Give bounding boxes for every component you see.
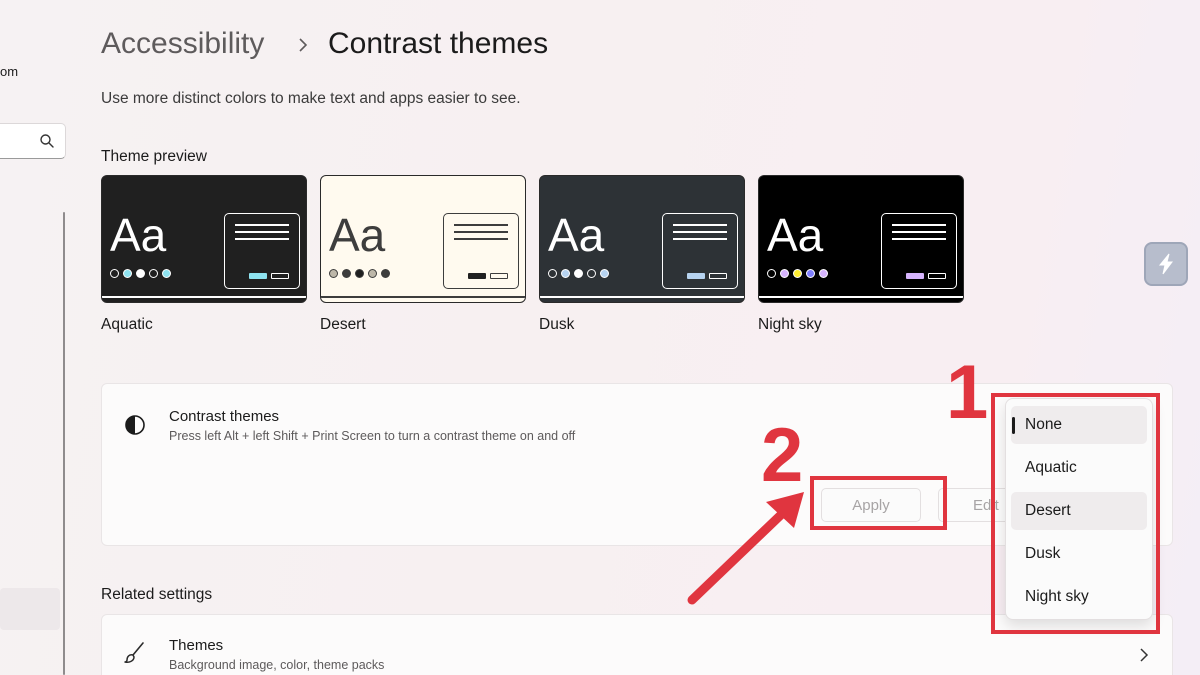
annotation-box-dropdown xyxy=(991,393,1160,634)
theme-card-label: Dusk xyxy=(539,316,575,333)
theme-window-preview xyxy=(224,213,300,289)
theme-color-dot xyxy=(381,269,390,278)
nav-scrollbar[interactable] xyxy=(63,212,65,675)
theme-card-dusk[interactable]: Aa xyxy=(539,175,745,303)
theme-preview-heading: Theme preview xyxy=(101,148,207,165)
search-icon xyxy=(40,134,54,148)
theme-color-dot xyxy=(368,269,377,278)
theme-color-dot xyxy=(780,269,789,278)
theme-color-dots xyxy=(548,269,609,278)
theme-color-dot xyxy=(600,269,609,278)
annotation-arrow-icon xyxy=(687,492,804,605)
breadcrumb-accessibility[interactable]: Accessibility xyxy=(101,27,264,61)
theme-color-dot xyxy=(123,269,132,278)
theme-color-dot xyxy=(110,269,119,278)
theme-color-dots xyxy=(329,269,390,278)
chevron-right-icon xyxy=(1140,648,1149,662)
annotation-number-2: 2 xyxy=(761,413,804,498)
theme-card-desert[interactable]: Aa xyxy=(320,175,526,303)
theme-color-dot xyxy=(561,269,570,278)
theme-color-dots xyxy=(767,269,828,278)
related-settings-heading: Related settings xyxy=(101,586,213,603)
annotation-number-1: 1 xyxy=(946,350,989,435)
theme-color-dot xyxy=(587,269,596,278)
contrast-icon xyxy=(125,415,145,435)
theme-color-dot xyxy=(355,269,364,278)
theme-color-dot xyxy=(162,269,171,278)
themes-title: Themes xyxy=(169,637,224,654)
theme-sample-text: Aa xyxy=(548,209,605,261)
theme-window-preview xyxy=(662,213,738,289)
lightning-app-icon xyxy=(1158,253,1173,275)
theme-color-dot xyxy=(149,269,158,278)
theme-color-dot xyxy=(767,269,776,278)
nav-item-selected[interactable] xyxy=(0,588,60,630)
themes-description: Background image, color, theme packs xyxy=(169,658,385,672)
floating-assistant-button[interactable] xyxy=(1144,242,1188,286)
theme-card-label: Night sky xyxy=(758,316,822,333)
breadcrumb-chevron-icon xyxy=(299,38,308,52)
theme-color-dot xyxy=(342,269,351,278)
theme-color-dot xyxy=(136,269,145,278)
contrast-themes-title: Contrast themes xyxy=(169,408,280,425)
theme-sample-text: Aa xyxy=(110,209,167,261)
account-email-fragment: om xyxy=(0,64,19,79)
settings-search-input[interactable] xyxy=(0,123,66,159)
theme-color-dot xyxy=(548,269,557,278)
theme-color-dot xyxy=(329,269,338,278)
theme-color-dot xyxy=(819,269,828,278)
theme-sample-text: Aa xyxy=(767,209,824,261)
contrast-themes-description: Press left Alt + left Shift + Print Scre… xyxy=(169,429,576,443)
theme-card-label: Desert xyxy=(320,316,366,333)
theme-color-dot xyxy=(793,269,802,278)
page-subtitle: Use more distinct colors to make text an… xyxy=(101,90,521,107)
theme-window-preview xyxy=(881,213,957,289)
theme-color-dot xyxy=(806,269,815,278)
theme-card-aquatic[interactable]: Aa xyxy=(101,175,307,303)
page-title: Contrast themes xyxy=(328,27,549,60)
theme-sample-text: Aa xyxy=(329,209,386,261)
theme-window-preview xyxy=(443,213,519,289)
brush-icon xyxy=(124,642,144,663)
theme-color-dot xyxy=(574,269,583,278)
theme-card-night-sky[interactable]: Aa xyxy=(758,175,964,303)
annotation-box-apply xyxy=(810,476,947,530)
theme-card-label: Aquatic xyxy=(101,316,153,333)
theme-color-dots xyxy=(110,269,171,278)
